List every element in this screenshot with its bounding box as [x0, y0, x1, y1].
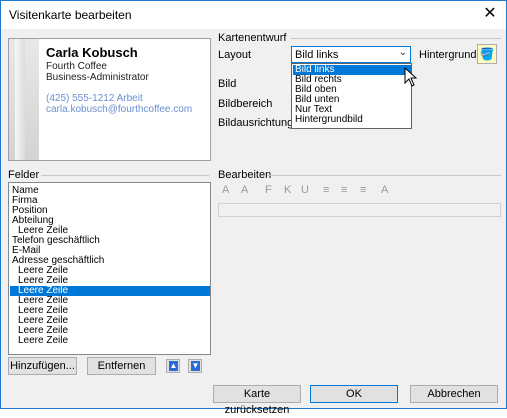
- arrow-up-icon: ▲: [169, 361, 178, 371]
- font-grow-icon[interactable]: A: [222, 184, 229, 196]
- layout-dropdown: Bild links Bild rechts Bild oben Bild un…: [291, 63, 412, 129]
- card-photo-placeholder: [9, 39, 39, 160]
- image-label: Bild: [218, 78, 237, 90]
- align-left-icon[interactable]: ≡: [323, 184, 329, 196]
- layout-label: Layout: [218, 49, 252, 61]
- card-position: Business-Administrator: [46, 72, 149, 83]
- layout-select-value: Bild links: [295, 49, 339, 61]
- fields-separator: [41, 175, 209, 176]
- layout-option[interactable]: Hintergrundbild: [293, 115, 412, 125]
- italic-icon[interactable]: K: [284, 184, 291, 196]
- underline-icon[interactable]: U: [301, 184, 309, 196]
- list-item[interactable]: Leere Zeile: [10, 336, 210, 346]
- card-name: Carla Kobusch: [46, 45, 138, 60]
- card-phone: (425) 555-1212 Arbeit: [46, 93, 143, 104]
- close-icon[interactable]: ✕: [474, 1, 506, 29]
- fields-list[interactable]: Name Firma Position Abteilung Leere Zeil…: [8, 182, 211, 355]
- card-email: carla.kobusch@fourthcoffee.com: [46, 104, 193, 115]
- font-shrink-icon[interactable]: A: [241, 184, 248, 196]
- design-separator: [291, 38, 501, 39]
- ok-button[interactable]: OK: [310, 385, 398, 403]
- layout-select[interactable]: Bild links ⌄: [291, 46, 411, 63]
- background-label: Hintergrund: [419, 49, 477, 61]
- align-center-icon[interactable]: ≡: [341, 184, 347, 196]
- move-down-button[interactable]: ▼: [188, 359, 202, 373]
- cancel-button[interactable]: Abbrechen: [410, 385, 498, 403]
- arrow-down-icon: ▼: [191, 361, 200, 371]
- design-group-label: Kartenentwurf: [218, 32, 287, 44]
- align-right-icon[interactable]: ≡: [360, 184, 366, 196]
- card-company: Fourth Coffee: [46, 61, 107, 72]
- title-bar: Visitenkarte bearbeiten ✕: [1, 1, 506, 29]
- chevron-down-icon: ⌄: [398, 47, 407, 58]
- image-align-label: Bildausrichtung: [218, 117, 294, 129]
- font-color-icon[interactable]: A: [381, 184, 388, 196]
- add-field-button[interactable]: Hinzufügen...: [8, 357, 77, 375]
- move-up-button[interactable]: ▲: [166, 359, 180, 373]
- dialog-window: Visitenkarte bearbeiten ✕ Carla Kobusch …: [0, 0, 507, 416]
- window-title: Visitenkarte bearbeiten: [9, 8, 132, 22]
- paint-bucket-icon[interactable]: 🪣: [477, 44, 497, 64]
- remove-field-button[interactable]: Entfernen: [87, 357, 156, 375]
- fields-group-label: Felder: [8, 169, 40, 181]
- edit-separator: [267, 175, 501, 176]
- reset-card-button[interactable]: Karte zurücksetzen: [213, 385, 301, 416]
- mouse-cursor-icon: [404, 67, 418, 87]
- list-item[interactable]: Name: [10, 186, 209, 196]
- card-preview: Carla Kobusch Fourth Coffee Business-Adm…: [8, 38, 211, 161]
- bold-icon[interactable]: F: [265, 184, 272, 196]
- field-text-input[interactable]: [218, 203, 501, 217]
- edit-group-label: Bearbeiten: [218, 169, 272, 181]
- image-area-label: Bildbereich: [218, 98, 273, 110]
